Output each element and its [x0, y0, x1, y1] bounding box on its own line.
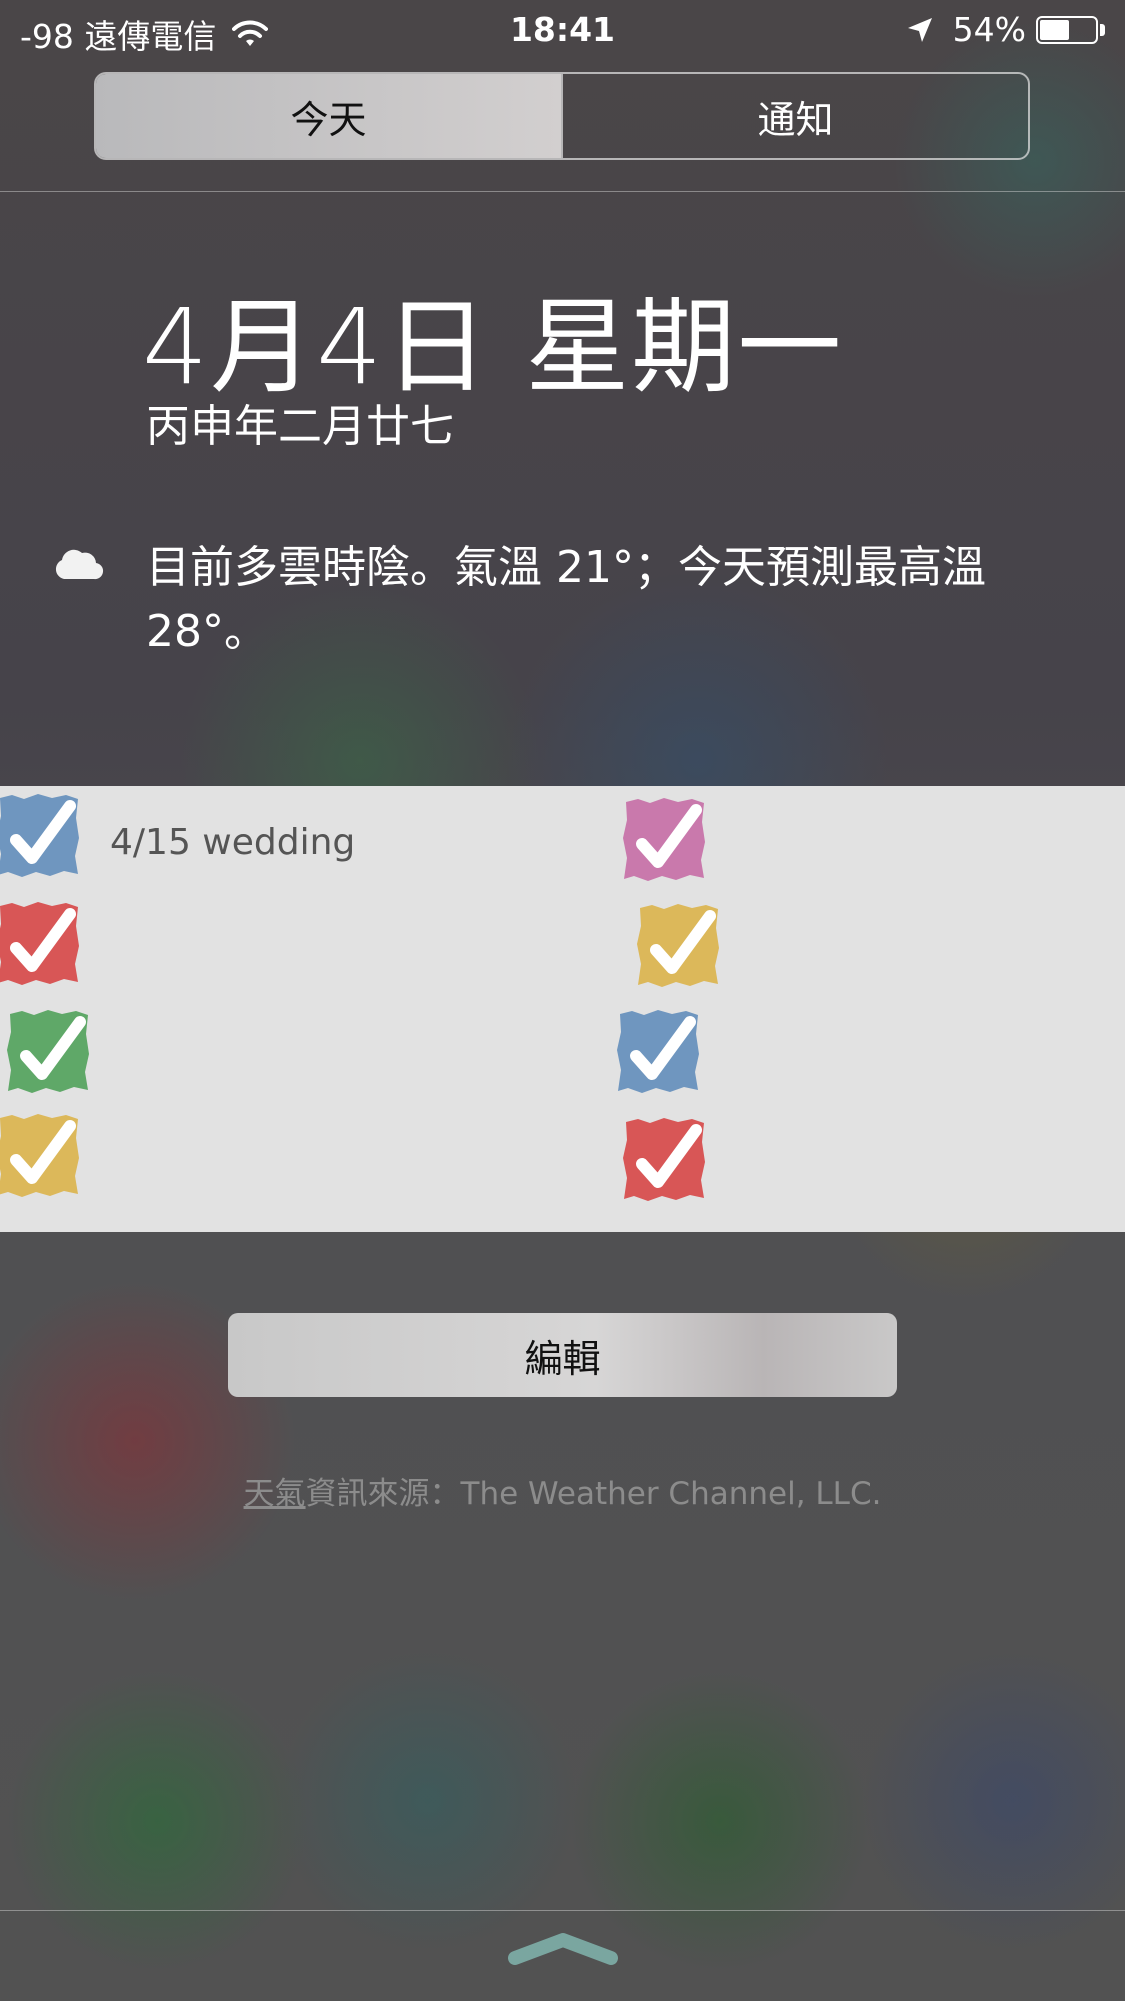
tab-today[interactable]: 今天	[96, 74, 561, 158]
weather-summary: 目前多雲時陰。氣溫 21°；今天預測最高溫 28°。	[146, 542, 986, 657]
cloud-icon	[55, 549, 104, 580]
notification-center: -98 遠傳電信 18:41 54% 今天 通知 4月4日 星期一 丙申年二月廿…	[0, 0, 1125, 2001]
edit-button[interactable]: 編輯	[228, 1313, 897, 1397]
task-checkbox-6[interactable]	[634, 900, 722, 992]
status-bar: -98 遠傳電信 18:41 54%	[0, 0, 1125, 62]
battery-percent: 54%	[952, 10, 1026, 49]
task-checkbox-1[interactable]	[0, 790, 82, 882]
paper-checkbox-icon	[637, 904, 719, 987]
segmented-control: 今天 通知	[94, 72, 1030, 160]
lunar-date: 丙申年二月廿七	[146, 401, 454, 452]
paper-checkbox-icon	[623, 1118, 705, 1201]
divider	[0, 1910, 1125, 1911]
paper-checkbox-icon	[0, 794, 79, 877]
task-checkbox-2[interactable]	[0, 898, 82, 990]
battery-tip	[1100, 23, 1105, 36]
battery-icon	[1036, 15, 1098, 44]
weather-link[interactable]: 天氣	[244, 1476, 306, 1512]
paper-checkbox-icon	[623, 798, 705, 881]
battery-fill	[1040, 19, 1070, 40]
task-checkbox-7[interactable]	[614, 1006, 702, 1098]
task-checkbox-3[interactable]	[4, 1006, 92, 1098]
paper-checkbox-icon	[617, 1010, 699, 1093]
paper-checkbox-icon	[7, 1010, 89, 1093]
paper-checkbox-icon	[0, 902, 79, 985]
location-arrow-icon	[907, 17, 932, 42]
paper-checkbox-icon	[0, 1114, 79, 1197]
grabber-chevron-icon[interactable]	[507, 1932, 619, 1966]
attribution-text: 資訊來源：The Weather Channel, LLC.	[305, 1476, 882, 1512]
divider	[0, 191, 1125, 192]
task-checkbox-5[interactable]	[620, 794, 708, 886]
tab-notifications[interactable]: 通知	[561, 74, 1028, 158]
task-label[interactable]: 4/15 wedding	[110, 822, 355, 863]
task-checkbox-4[interactable]	[0, 1110, 82, 1202]
status-right: 54%	[905, 10, 1105, 49]
weather-attribution: 天氣資訊來源：The Weather Channel, LLC.	[0, 1468, 1125, 1513]
task-checkbox-8[interactable]	[620, 1114, 708, 1206]
